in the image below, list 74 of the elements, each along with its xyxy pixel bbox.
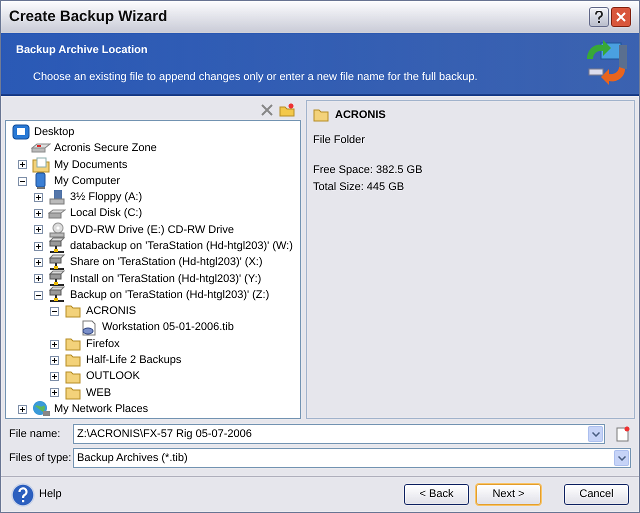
- total-size: Total Size: 445 GB: [313, 180, 406, 194]
- tree-item[interactable]: OUTLOOK: [86, 368, 140, 385]
- tree-item[interactable]: Install on 'TeraStation (Hd-htgl203)' (Y:): [70, 270, 262, 288]
- folder-name: ACRONIS: [335, 108, 386, 123]
- tree-item[interactable]: Half-Life 2 Backups: [86, 352, 182, 369]
- free-space: Free Space: 382.5 GB: [313, 163, 424, 178]
- tree-item[interactable]: Acronis Secure Zone: [54, 140, 157, 157]
- folder-icon: [65, 370, 81, 384]
- file-name-label: File name:: [9, 426, 62, 442]
- folder-type: File Folder: [313, 132, 366, 148]
- help-icon[interactable]: [11, 482, 35, 506]
- close-icon: [616, 12, 626, 22]
- tree-expander[interactable]: [18, 176, 27, 186]
- desktop-icon: [12, 124, 30, 140]
- tree-expander[interactable]: [34, 209, 43, 218]
- tree-expander[interactable]: [34, 290, 43, 300]
- tree-item[interactable]: Workstation 05-01-2006.tib: [102, 319, 234, 336]
- delete-icon[interactable]: [261, 104, 273, 116]
- tree-item[interactable]: Share on 'TeraStation (Hd-htgl203)' (X:): [70, 254, 263, 271]
- help-button[interactable]: [589, 7, 609, 27]
- tree-expander[interactable]: [50, 372, 59, 382]
- question-icon: [595, 11, 603, 23]
- folder-icon: [313, 108, 329, 122]
- document-folder-icon: [32, 156, 50, 173]
- header-description: Choose an existing file to append changes only or enter a new file name for the full backup.: [32, 70, 479, 84]
- network-drive-icon: [48, 237, 66, 256]
- new-file-icon[interactable]: [615, 426, 631, 442]
- folder-icon: [65, 386, 81, 400]
- tree-expander[interactable]: [34, 192, 43, 202]
- tree-expander[interactable]: [34, 225, 43, 234]
- window-title: Create Backup Wizard: [9, 6, 168, 27]
- tree-expander[interactable]: [34, 258, 43, 268]
- help-link[interactable]: Help: [39, 486, 62, 503]
- tree-expander[interactable]: [50, 356, 59, 365]
- tree-expander[interactable]: [34, 242, 43, 251]
- tree-item[interactable]: My Computer: [54, 172, 120, 190]
- file-type-dropdown[interactable]: Backup Archives (*.tib): [73, 448, 631, 468]
- tree-expander[interactable]: [50, 340, 59, 348]
- close-button[interactable]: [611, 7, 631, 27]
- network-drive-icon: [48, 254, 66, 272]
- network-drive-icon: [48, 270, 66, 288]
- tree-item[interactable]: 3½ Floppy (A:): [70, 189, 142, 206]
- folder-icon: [65, 353, 81, 368]
- tree-item[interactable]: My Network Places: [54, 400, 148, 418]
- wizard-button[interactable]: Next >: [476, 484, 541, 505]
- disk-drive-icon: [48, 208, 66, 219]
- folder-icon: [65, 304, 81, 318]
- tree-item[interactable]: WEB: [86, 384, 112, 402]
- disc-drive-icon: [49, 222, 65, 238]
- tree-item[interactable]: Firefox: [86, 336, 120, 352]
- drive-icon: [31, 143, 51, 154]
- file-type-label: Files of type:: [9, 450, 69, 466]
- wizard-button[interactable]: Cancel: [564, 484, 629, 505]
- tree-item[interactable]: databackup on 'TeraStation (Hd-htgl203)' (W:): [70, 238, 293, 254]
- tree-expander[interactable]: [18, 160, 27, 170]
- wizard-button[interactable]: < Back: [404, 484, 469, 505]
- archive-file-icon: [80, 320, 98, 336]
- tree-item[interactable]: ACRONIS: [86, 303, 136, 320]
- tree-expander[interactable]: [50, 306, 59, 316]
- tree-item[interactable]: DVD-RW Drive (E:) CD-RW Drive: [70, 222, 234, 238]
- tree-item[interactable]: Local Disk (C:): [70, 205, 142, 222]
- floppy-drive-icon: [49, 189, 65, 206]
- tree-item[interactable]: Desktop: [34, 124, 74, 140]
- folder-icon: [65, 337, 81, 351]
- tree-expander[interactable]: [50, 388, 59, 398]
- tree-item[interactable]: My Documents: [54, 156, 128, 173]
- tree-expander[interactable]: [18, 404, 27, 414]
- new-folder-icon[interactable]: [279, 103, 295, 117]
- tree-expander[interactable]: [34, 274, 43, 284]
- file-name-field[interactable]: Z:\ACRONIS\FX-57 Rig 05-07-2006: [73, 424, 605, 444]
- network-icon: [31, 400, 51, 418]
- header-title: Backup Archive Location: [16, 43, 149, 58]
- network-drive-icon: [48, 286, 66, 304]
- tree-item[interactable]: Backup on 'TeraStation (Hd-htgl203)' (Z:): [70, 286, 270, 304]
